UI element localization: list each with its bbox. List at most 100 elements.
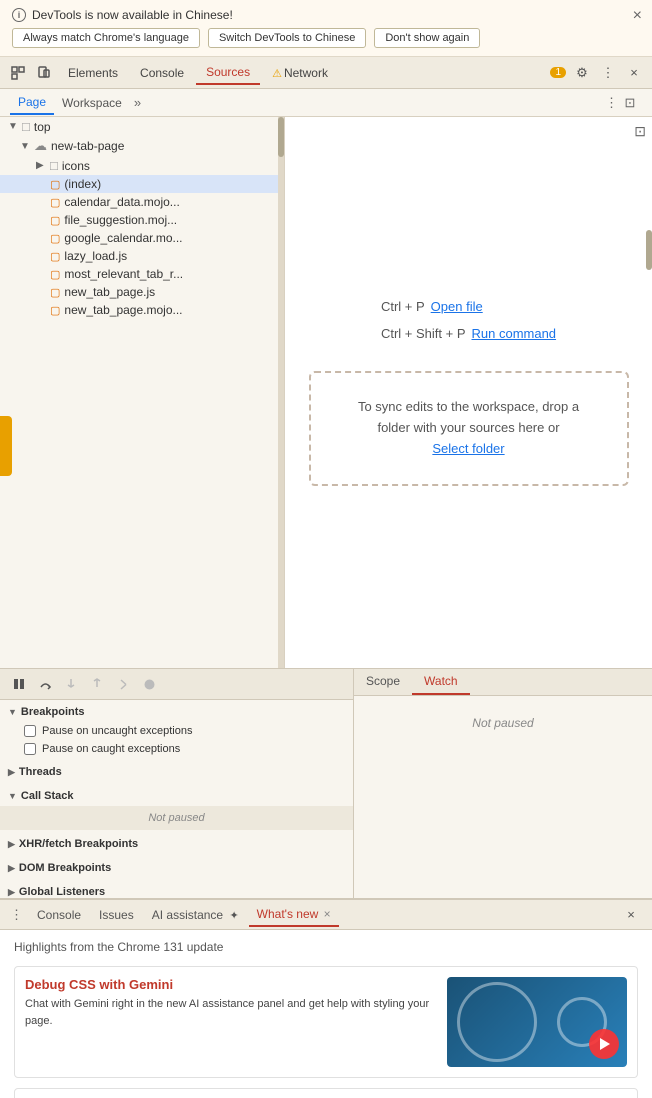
tree-item-icons[interactable]: ▶ □ icons xyxy=(0,156,284,175)
tab-sources[interactable]: Sources xyxy=(196,61,260,85)
section-arrow-icon: ▶ xyxy=(8,887,15,898)
file-tree-scrollbar[interactable] xyxy=(278,117,284,668)
open-file-link[interactable]: Open file xyxy=(431,299,483,314)
cloud-icon: ☁ xyxy=(34,138,47,154)
arrow-collapsed-icon: ▶ xyxy=(36,160,46,171)
settings-icon-button[interactable]: ⚙ xyxy=(570,61,594,85)
tree-item-google-calendar[interactable]: ▢ google_calendar.mo... xyxy=(0,229,284,247)
scope-tab[interactable]: Scope xyxy=(354,669,412,695)
drop-zone-text: To sync edits to the workspace, drop a f… xyxy=(358,399,579,435)
file-tree-scrollbar-thumb[interactable] xyxy=(278,117,284,157)
bottom-tab-bar: ⋮ Console Issues AI assistance ✦ What's … xyxy=(0,900,652,930)
tab-console[interactable]: Console xyxy=(130,62,194,84)
step-out-button[interactable] xyxy=(86,673,108,695)
dom-section: ▶ DOM Breakpoints xyxy=(0,856,353,880)
step-over-button[interactable] xyxy=(34,673,56,695)
dom-header[interactable]: ▶ DOM Breakpoints xyxy=(0,858,353,878)
tab-issues-bottom[interactable]: Issues xyxy=(91,904,142,926)
tab-console-bottom[interactable]: Console xyxy=(29,904,89,926)
tree-item-new-tab-page-mojo[interactable]: ▢ new_tab_page.mojo... xyxy=(0,301,284,319)
tree-item-label: most_relevant_tab_r... xyxy=(64,267,183,281)
section-arrow-icon: ▼ xyxy=(8,791,17,801)
panel-toggle-icon[interactable]: ⊡ xyxy=(618,91,642,115)
breakpoints-label: Breakpoints xyxy=(21,706,85,718)
call-stack-header[interactable]: ▼ Call Stack xyxy=(0,786,353,806)
tree-item-label: lazy_load.js xyxy=(64,249,127,263)
xhr-section: ▶ XHR/fetch Breakpoints xyxy=(0,832,353,856)
call-stack-section: ▼ Call Stack Not paused xyxy=(0,784,353,832)
global-header[interactable]: ▶ Global Listeners xyxy=(0,882,353,898)
debugger-panel: ▼ Breakpoints Pause on uncaught exceptio… xyxy=(0,668,652,898)
always-match-button[interactable]: Always match Chrome's language xyxy=(12,28,200,48)
close-bottom-panel-button[interactable]: × xyxy=(620,904,642,926)
section-arrow-icon: ▶ xyxy=(8,839,15,850)
pause-uncaught-label: Pause on uncaught exceptions xyxy=(42,725,192,737)
step-into-button[interactable] xyxy=(60,673,82,695)
tree-item-label: top xyxy=(34,120,51,134)
tab-network[interactable]: ⚠Network xyxy=(262,62,338,84)
tree-new-tab-page[interactable]: ▼ ☁ new-tab-page xyxy=(0,136,284,156)
debug-right-panel: Scope Watch Not paused xyxy=(354,669,652,898)
deactivate-breakpoints-button[interactable] xyxy=(138,673,160,695)
xhr-label: XHR/fetch Breakpoints xyxy=(19,838,138,850)
call-stack-label: Call Stack xyxy=(21,790,74,802)
tree-root-top[interactable]: ▼ □ top xyxy=(0,117,284,136)
debug-toolbar xyxy=(0,669,353,700)
panel-icon-button[interactable]: ⊡ xyxy=(634,123,646,140)
sub-tab-settings-icon[interactable]: ⋮ xyxy=(605,95,618,111)
pause-caught-row[interactable]: Pause on caught exceptions xyxy=(0,740,353,758)
warning-icon: ⚠ xyxy=(272,68,282,80)
select-folder-link[interactable]: Select folder xyxy=(432,441,504,456)
card-heading-1: Debug CSS with Gemini xyxy=(25,977,437,992)
play-triangle-icon xyxy=(600,1038,610,1050)
xhr-header[interactable]: ▶ XHR/fetch Breakpoints xyxy=(0,834,353,854)
bottom-panel: ⋮ Console Issues AI assistance ✦ What's … xyxy=(0,898,652,1098)
tree-item-label: file_suggestion.moj... xyxy=(64,213,177,227)
file-icon: ▢ xyxy=(50,268,60,281)
tab-ai-assistance-bottom[interactable]: AI assistance ✦ xyxy=(144,904,247,926)
dont-show-button[interactable]: Don't show again xyxy=(374,28,480,48)
tab-elements[interactable]: Elements xyxy=(58,62,128,84)
file-tree-panel: ▼ □ top ▼ ☁ new-tab-page ▶ □ icons ▢ (in… xyxy=(0,117,285,668)
pause-uncaught-checkbox[interactable] xyxy=(24,725,36,737)
tree-item-index[interactable]: ▢ (index) xyxy=(0,175,284,193)
notification-badge: 1 xyxy=(550,67,566,78)
play-button[interactable] xyxy=(589,1029,619,1059)
tree-item-label: (index) xyxy=(64,177,101,191)
tree-item-new-tab-page-js[interactable]: ▢ new_tab_page.js xyxy=(0,283,284,301)
tab-whats-new-bottom[interactable]: What's new × xyxy=(249,903,339,927)
main-content-area: ▼ □ top ▼ ☁ new-tab-page ▶ □ icons ▢ (in… xyxy=(0,117,652,668)
threads-header[interactable]: ▶ Threads xyxy=(0,762,353,782)
tree-item-calendar[interactable]: ▢ calendar_data.mojo... xyxy=(0,193,284,211)
pause-uncaught-row[interactable]: Pause on uncaught exceptions xyxy=(0,722,353,740)
inspect-icon-button[interactable] xyxy=(6,61,30,85)
info-icon: i xyxy=(12,8,26,22)
tree-item-lazy-load[interactable]: ▢ lazy_load.js xyxy=(0,247,284,265)
close-devtools-button[interactable]: × xyxy=(622,61,646,85)
mobile-emulator-hint[interactable] xyxy=(0,416,12,476)
close-notification-button[interactable]: × xyxy=(633,8,642,24)
run-command-link[interactable]: Run command xyxy=(472,326,557,341)
more-options-icon-button[interactable]: ⋮ xyxy=(596,61,620,85)
global-section: ▶ Global Listeners xyxy=(0,880,353,898)
folder-icon: □ xyxy=(22,119,30,134)
tree-item-file-suggestion[interactable]: ▢ file_suggestion.moj... xyxy=(0,211,284,229)
breakpoints-header[interactable]: ▼ Breakpoints xyxy=(0,702,353,722)
more-tabs-icon[interactable]: » xyxy=(130,95,145,110)
step-button[interactable] xyxy=(112,673,134,695)
notification-buttons: Always match Chrome's language Switch De… xyxy=(12,28,640,48)
pause-resume-button[interactable] xyxy=(8,673,30,695)
pause-caught-checkbox[interactable] xyxy=(24,743,36,755)
folder-icon: □ xyxy=(50,158,58,173)
shortcut-keys: Ctrl + Shift + P xyxy=(381,326,466,341)
tree-item-label: new-tab-page xyxy=(51,139,124,153)
close-whats-new-button[interactable]: × xyxy=(324,907,331,921)
threads-label: Threads xyxy=(19,766,62,778)
bottom-more-icon[interactable]: ⋮ xyxy=(6,907,27,923)
sub-tab-page[interactable]: Page xyxy=(10,91,54,115)
device-toolbar-icon-button[interactable] xyxy=(32,61,56,85)
switch-to-chinese-button[interactable]: Switch DevTools to Chinese xyxy=(208,28,366,48)
sub-tab-workspace[interactable]: Workspace xyxy=(54,92,130,114)
watch-tab[interactable]: Watch xyxy=(412,669,470,695)
tree-item-most-relevant[interactable]: ▢ most_relevant_tab_r... xyxy=(0,265,284,283)
